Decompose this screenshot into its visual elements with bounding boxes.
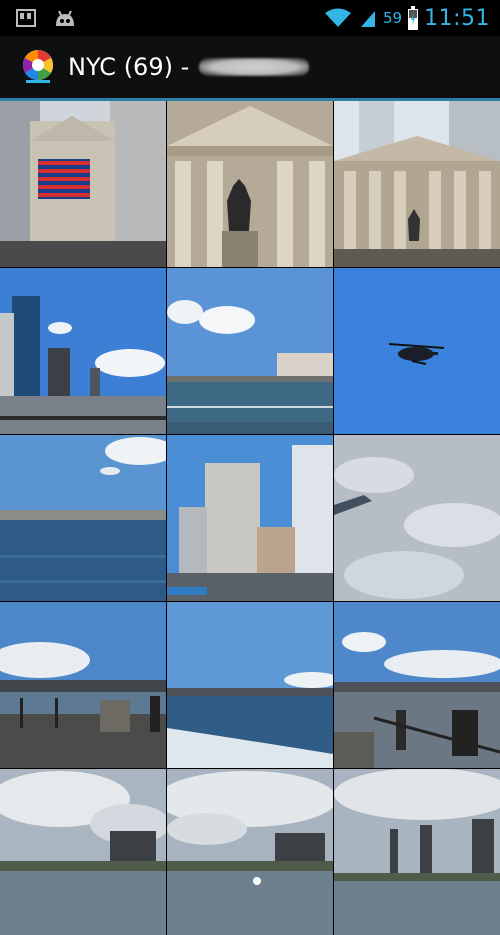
photo-tile[interactable] [334, 769, 500, 935]
photo-thumbnail [167, 268, 333, 434]
clock: 11:51 [424, 5, 490, 31]
photo-grid [0, 101, 500, 935]
photo-tile[interactable] [167, 101, 333, 267]
photo-tile[interactable] [167, 769, 333, 935]
android-icon [56, 10, 74, 26]
photo-thumbnail [167, 435, 333, 601]
photo-thumbnail [0, 268, 166, 434]
photo-tile[interactable] [167, 602, 333, 768]
photo-tile[interactable] [334, 602, 500, 768]
photo-thumbnail [167, 101, 333, 267]
photo-tile[interactable] [0, 602, 166, 768]
sd-card-icon [16, 9, 36, 27]
battery-icon [408, 6, 419, 30]
photo-thumbnail [167, 769, 333, 935]
photo-tile[interactable] [0, 435, 166, 601]
photo-thumbnail [0, 769, 166, 935]
photo-thumbnail [0, 101, 166, 267]
wifi-icon [325, 8, 351, 27]
photo-thumbnail [334, 268, 500, 434]
photo-tile[interactable] [167, 435, 333, 601]
redacted-account-name [199, 58, 310, 76]
action-bar: NYC (69) - [0, 36, 500, 98]
photo-thumbnail [334, 435, 500, 601]
photo-tile[interactable] [0, 268, 166, 434]
photo-thumbnail [167, 602, 333, 768]
picasa-icon[interactable] [18, 47, 58, 87]
battery-percent: 59 [383, 9, 403, 27]
photo-tile[interactable] [0, 769, 166, 935]
photo-tile[interactable] [0, 101, 166, 267]
photo-thumbnail [0, 602, 166, 768]
photo-thumbnail [0, 435, 166, 601]
system-indicators: 59 11:51 [323, 4, 490, 32]
photo-thumbnail [334, 602, 500, 768]
photo-thumbnail [334, 101, 500, 267]
signal-icon [361, 11, 375, 27]
album-title: NYC (69) - [68, 53, 190, 81]
notification-icons [14, 6, 78, 30]
photo-tile[interactable] [167, 268, 333, 434]
status-bar: 59 11:51 [0, 0, 500, 36]
photo-tile[interactable] [334, 268, 500, 434]
photo-tile[interactable] [334, 435, 500, 601]
photo-thumbnail [334, 769, 500, 935]
photo-tile[interactable] [334, 101, 500, 267]
